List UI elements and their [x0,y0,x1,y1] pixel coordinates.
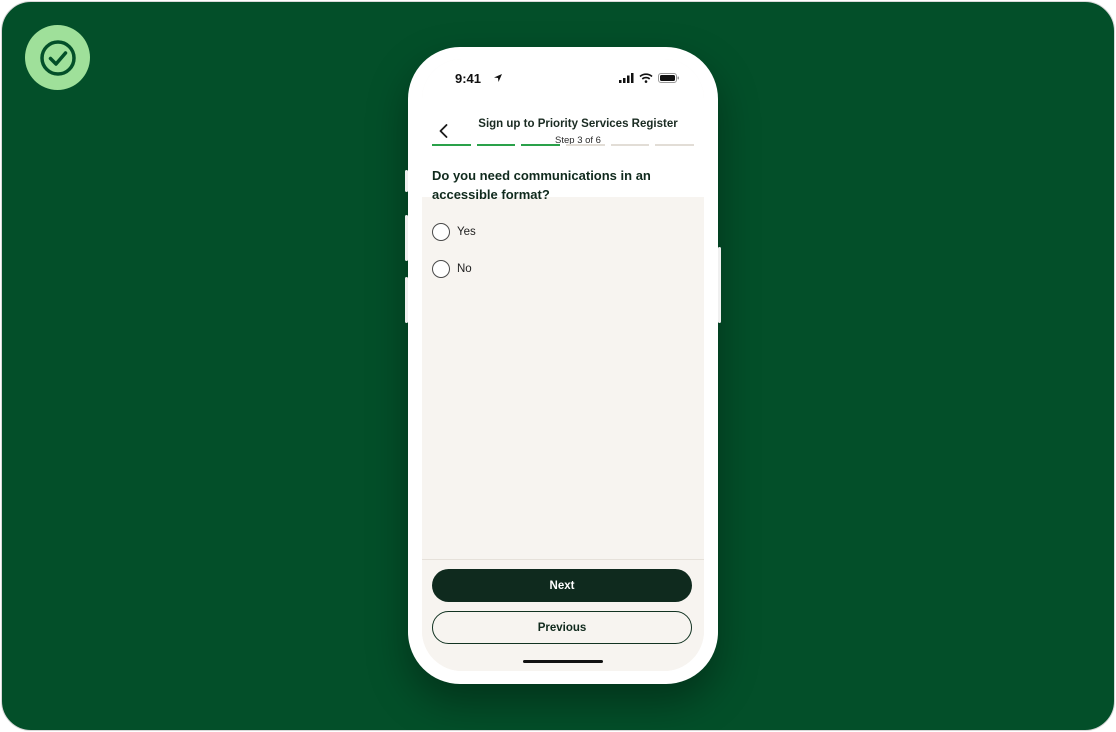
progress-bar [432,144,695,146]
status-bar: 9:41 [422,59,704,107]
next-button[interactable]: Next [432,569,692,602]
radio-label: No [457,263,472,275]
progress-segment [655,144,695,146]
progress-segment [566,144,605,146]
progress-segment [476,144,516,146]
phone-side-button [405,277,408,323]
status-icons [619,73,680,83]
radio-button[interactable] [432,260,450,278]
check-circle-icon [39,39,76,76]
question-section: Do you need communications in an accessi… [432,166,694,281]
battery-icon [658,73,679,83]
previous-button[interactable]: Previous [432,611,692,644]
home-indicator [523,660,603,663]
progress-segment [610,144,650,146]
status-time: 9:41 [455,71,482,86]
page-title: Sign up to Priority Services Register [478,118,678,130]
radio-button[interactable] [432,223,450,241]
question-text: Do you need communications in an accessi… [432,168,651,202]
phone-side-button [718,247,721,323]
radio-label: Yes [457,226,476,238]
background-frame: 9:41 Sign up to Priority Services Regist… [1,1,1115,731]
phone-side-button [405,170,408,192]
phone-mockup: 9:41 Sign up to Priority Services Regist… [405,47,721,684]
wifi-icon [639,73,653,83]
badge [25,25,90,90]
progress-segment [521,144,561,146]
progress-segment [432,144,471,146]
chevron-left-icon[interactable] [434,121,454,141]
radio-option-no[interactable]: No [432,257,694,281]
footer-actions: Next Previous [422,559,704,671]
signal-icon [619,73,634,83]
location-arrow-icon [494,74,502,82]
phone-side-button [405,215,408,261]
phone-screen: 9:41 Sign up to Priority Services Regist… [422,59,704,671]
radio-option-yes[interactable]: Yes [432,220,694,244]
